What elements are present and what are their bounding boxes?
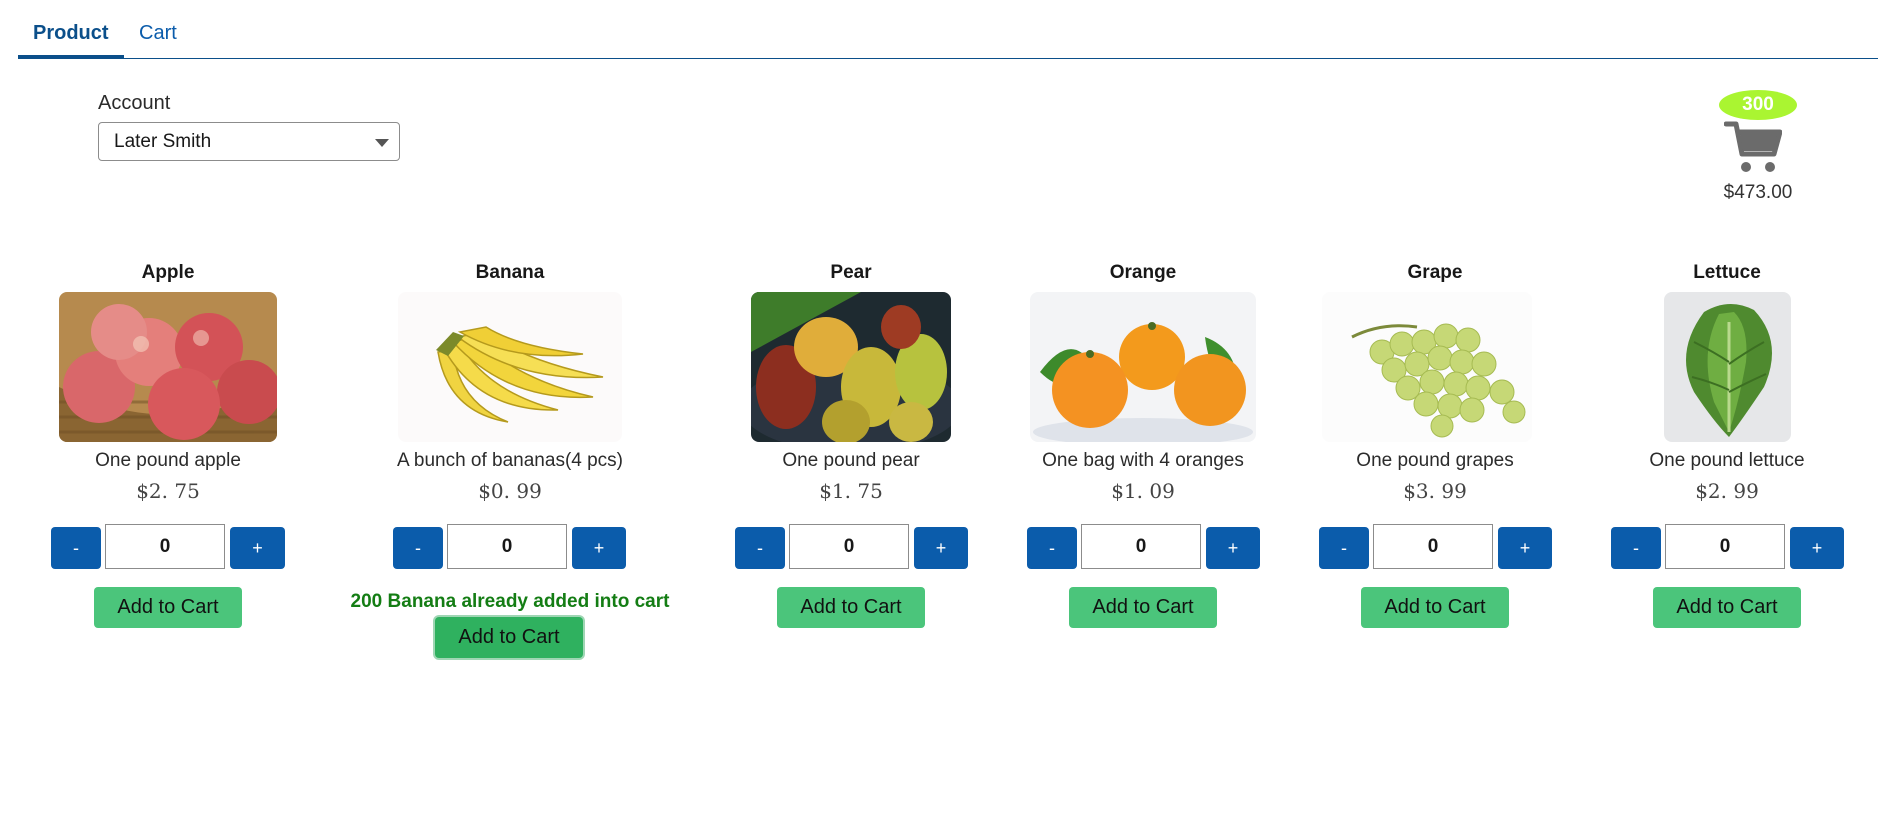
quantity-stepper: - 0 + xyxy=(388,524,632,569)
product-price: $2. 99 xyxy=(1695,479,1759,503)
product-name: Pear xyxy=(830,262,872,283)
quantity-stepper: - 0 + xyxy=(1608,524,1846,569)
pear-image xyxy=(751,292,951,442)
quantity-input[interactable]: 0 xyxy=(1665,524,1785,569)
apple-image xyxy=(59,292,277,442)
product-name: Apple xyxy=(141,262,195,283)
add-to-cart-button[interactable]: Add to Cart xyxy=(1653,587,1801,628)
product-description: One pound grapes xyxy=(1356,450,1514,471)
shopping-cart-icon[interactable] xyxy=(1724,120,1782,176)
increment-button[interactable]: + xyxy=(1498,527,1552,569)
tab-cart[interactable]: Cart xyxy=(124,22,192,59)
added-to-cart-message: 200 Banana already added into cart xyxy=(350,591,670,612)
product-name: Banana xyxy=(475,262,545,283)
product-name: Lettuce xyxy=(1693,262,1761,283)
increment-button[interactable]: + xyxy=(572,527,626,569)
account-selected-value: Later Smith xyxy=(114,131,212,152)
chevron-down-icon xyxy=(375,139,389,147)
product-description: One pound apple xyxy=(95,450,241,471)
grape-image xyxy=(1322,292,1532,442)
product-price: $1. 09 xyxy=(1111,479,1175,503)
decrement-button[interactable]: - xyxy=(1319,527,1369,569)
product-description: One pound lettuce xyxy=(1649,450,1805,471)
quantity-stepper: - 0 + xyxy=(1316,524,1554,569)
tab-bar: Product Cart xyxy=(18,0,1878,59)
product-price: $3. 99 xyxy=(1403,479,1467,503)
add-to-cart-button[interactable]: Add to Cart xyxy=(94,587,242,628)
product-description: One pound pear xyxy=(782,450,920,471)
decrement-button[interactable]: - xyxy=(393,527,443,569)
increment-button[interactable]: + xyxy=(914,527,968,569)
quantity-input[interactable]: 0 xyxy=(447,524,567,569)
banana-image xyxy=(398,292,622,442)
quantity-input[interactable]: 0 xyxy=(1081,524,1201,569)
add-to-cart-button[interactable]: Add to Cart xyxy=(1069,587,1217,628)
product-price: $2. 75 xyxy=(136,479,200,503)
quantity-input[interactable]: 0 xyxy=(105,524,225,569)
decrement-button[interactable]: - xyxy=(735,527,785,569)
account-select[interactable]: Later Smith xyxy=(98,122,400,161)
tab-product[interactable]: Product xyxy=(18,22,124,59)
lettuce-image xyxy=(1664,292,1791,442)
product-description: A bunch of bananas(4 pcs) xyxy=(396,450,624,471)
cart-total: $473.00 xyxy=(1723,182,1793,203)
product-price: $1. 75 xyxy=(819,479,883,503)
product-name: Orange xyxy=(1109,262,1177,283)
cart-count-badge: 300 xyxy=(1719,90,1797,120)
quantity-stepper: - 0 + xyxy=(48,524,288,569)
add-to-cart-button[interactable]: Add to Cart xyxy=(1361,587,1509,628)
increment-button[interactable]: + xyxy=(230,527,285,569)
decrement-button[interactable]: - xyxy=(1611,527,1661,569)
product-description: One bag with 4 oranges xyxy=(1042,450,1244,471)
account-label: Account xyxy=(98,92,171,114)
product-name: Grape xyxy=(1407,262,1463,283)
increment-button[interactable]: + xyxy=(1206,527,1260,569)
quantity-input[interactable]: 0 xyxy=(1373,524,1493,569)
add-to-cart-button[interactable]: Add to Cart xyxy=(435,617,583,658)
quantity-stepper: - 0 + xyxy=(732,524,970,569)
add-to-cart-button[interactable]: Add to Cart xyxy=(777,587,925,628)
increment-button[interactable]: + xyxy=(1790,527,1844,569)
quantity-input[interactable]: 0 xyxy=(789,524,909,569)
orange-image xyxy=(1030,292,1256,442)
decrement-button[interactable]: - xyxy=(51,527,101,569)
decrement-button[interactable]: - xyxy=(1027,527,1077,569)
cart-summary: 300 $473.00 xyxy=(1712,88,1804,208)
product-price: $0. 99 xyxy=(478,479,542,503)
quantity-stepper: - 0 + xyxy=(1024,524,1262,569)
